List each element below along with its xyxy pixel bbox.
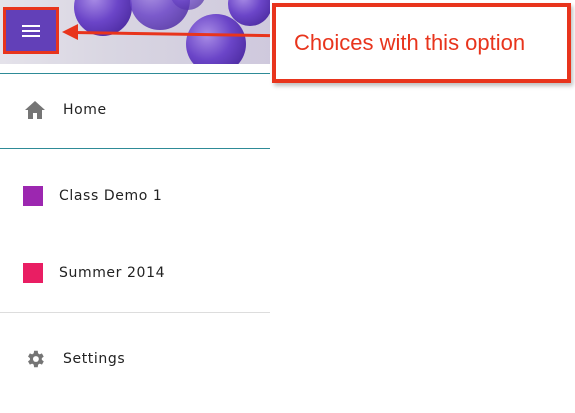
- gear-icon: [23, 347, 47, 371]
- divider-settings: [0, 312, 270, 313]
- hamburger-menu-icon: [22, 22, 40, 40]
- nav-item-settings-label: Settings: [63, 351, 126, 367]
- nav-item-summer-2014[interactable]: Summer 2014: [0, 253, 270, 293]
- nav-item-class-demo-1-label: Class Demo 1: [59, 188, 163, 204]
- divider-top: [0, 73, 270, 74]
- nav-item-class-demo-1[interactable]: Class Demo 1: [0, 176, 270, 216]
- annotation-arrow-head: [62, 24, 78, 40]
- hamburger-menu-button[interactable]: [3, 7, 59, 54]
- nav-item-home-label: Home: [63, 102, 107, 118]
- home-icon: [23, 98, 47, 122]
- nav-item-settings[interactable]: Settings: [0, 339, 270, 379]
- nav-item-summer-2014-label: Summer 2014: [59, 265, 166, 281]
- class-color-swatch: [23, 186, 43, 206]
- nav-item-home[interactable]: Home: [0, 90, 270, 130]
- app-root: Choices with this option Home Class Demo…: [0, 0, 575, 413]
- callout-text: Choices with this option: [294, 30, 526, 55]
- divider-home: [0, 148, 270, 149]
- class-color-swatch: [23, 263, 43, 283]
- annotation-callout: Choices with this option: [272, 3, 571, 83]
